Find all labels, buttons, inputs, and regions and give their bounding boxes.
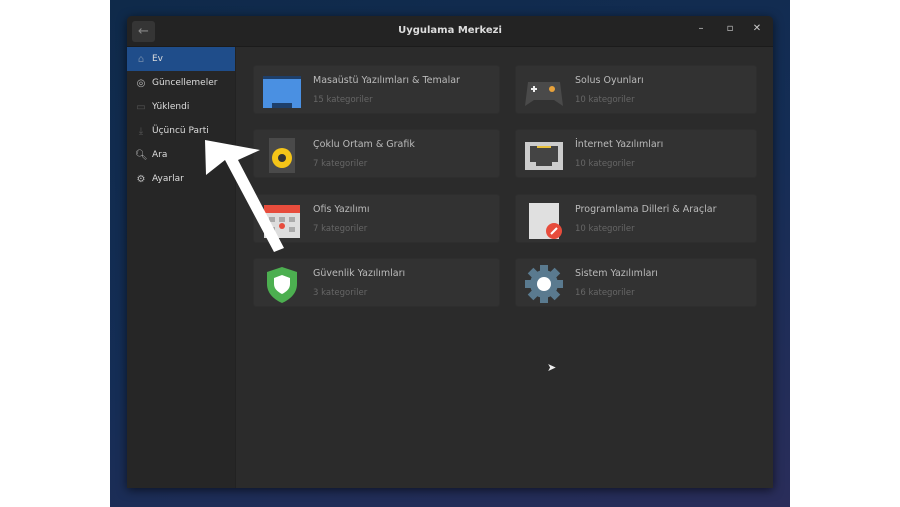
category-name: Solus Oyunları bbox=[575, 75, 644, 86]
network-port-icon bbox=[525, 142, 563, 170]
updates-icon: ◎ bbox=[136, 77, 146, 89]
sidebar-item-label: Ayarlar bbox=[152, 174, 184, 184]
category-name: Masaüstü Yazılımları & Temalar bbox=[313, 75, 460, 86]
category-card-security[interactable]: Güvenlik Yazılımları 3 kategoriler bbox=[253, 258, 500, 307]
text-editor-icon bbox=[529, 203, 562, 239]
sidebar-item-label: Ev bbox=[152, 54, 164, 64]
category-card-multimedia[interactable]: Çoklu Ortam & Grafik 7 kategoriler bbox=[253, 129, 500, 178]
close-button[interactable]: ✕ bbox=[749, 23, 765, 34]
sidebar-item-search[interactable]: 🔍︎ Ara bbox=[127, 143, 235, 167]
sidebar-item-label: Üçüncü Parti bbox=[152, 126, 209, 136]
category-card-internet[interactable]: İnternet Yazılımları 10 kategoriler bbox=[515, 129, 757, 178]
category-name: Çoklu Ortam & Grafik bbox=[313, 139, 415, 150]
category-count: 10 kategoriler bbox=[575, 224, 635, 234]
speaker-icon bbox=[269, 138, 295, 173]
category-name: Güvenlik Yazılımları bbox=[313, 268, 406, 279]
calendar-icon bbox=[264, 205, 300, 238]
category-name: Ofis Yazılımı bbox=[313, 204, 370, 215]
sidebar-item-third-party[interactable]: ⤓ Üçüncü Parti bbox=[127, 119, 235, 143]
category-count: 10 kategoriler bbox=[575, 159, 635, 169]
category-card-system[interactable]: Sistem Yazılımları 16 kategoriler bbox=[515, 258, 757, 307]
minimize-button[interactable]: – bbox=[693, 23, 709, 34]
category-count: 3 kategoriler bbox=[313, 288, 368, 298]
settings-icon: ⚙ bbox=[136, 173, 146, 185]
sidebar-item-updates[interactable]: ◎ Güncellemeler bbox=[127, 71, 235, 95]
category-card-programming[interactable]: Programlama Dilleri & Araçlar 10 kategori… bbox=[515, 194, 757, 243]
sidebar: ⌂ Ev ◎ Güncellemeler ▭ Yüklendi ⤓ Üçüncü Par… bbox=[127, 47, 236, 488]
gamepad-icon bbox=[525, 82, 563, 106]
sidebar-item-label: Yüklendi bbox=[152, 102, 190, 112]
category-count: 7 kategoriler bbox=[313, 159, 368, 169]
sidebar-item-label: Ara bbox=[152, 150, 168, 160]
window-title: Uygulama Merkezi bbox=[398, 25, 502, 36]
monitor-icon: ▭ bbox=[136, 101, 146, 113]
category-name: İnternet Yazılımları bbox=[575, 139, 664, 150]
gear-icon bbox=[525, 265, 563, 303]
sidebar-item-installed[interactable]: ▭ Yüklendi bbox=[127, 95, 235, 119]
category-name: Programlama Dilleri & Araçlar bbox=[575, 204, 717, 215]
download-icon: ⤓ bbox=[138, 125, 144, 137]
category-card-desktop[interactable]: Masaüstü Yazılımları & Temalar 15 kategor… bbox=[253, 65, 500, 114]
home-icon: ⌂ bbox=[137, 53, 145, 65]
sidebar-item-home[interactable]: ⌂ Ev bbox=[127, 47, 235, 71]
titlebar: ← Uygulama Merkezi – ▫ ✕ bbox=[127, 16, 773, 47]
category-card-office[interactable]: Ofis Yazılımı 7 kategoriler bbox=[253, 194, 500, 243]
shield-icon bbox=[267, 267, 297, 303]
sidebar-item-label: Güncellemeler bbox=[152, 78, 218, 88]
category-count: 7 kategoriler bbox=[313, 224, 368, 234]
search-icon: 🔍︎ bbox=[135, 149, 148, 161]
mouse-cursor: ➤ bbox=[547, 361, 557, 374]
app-window: ← Uygulama Merkezi – ▫ ✕ ⌂ Ev ◎ Güncelleme… bbox=[127, 16, 773, 488]
category-name: Sistem Yazılımları bbox=[575, 268, 658, 279]
desktop-icon bbox=[263, 76, 301, 108]
category-count: 10 kategoriler bbox=[575, 95, 635, 105]
maximize-button[interactable]: ▫ bbox=[722, 23, 738, 34]
category-count: 16 kategoriler bbox=[575, 288, 635, 298]
category-card-games[interactable]: Solus Oyunları 10 kategoriler bbox=[515, 65, 757, 114]
sidebar-item-settings[interactable]: ⚙ Ayarlar bbox=[127, 167, 235, 191]
category-count: 15 kategoriler bbox=[313, 95, 373, 105]
